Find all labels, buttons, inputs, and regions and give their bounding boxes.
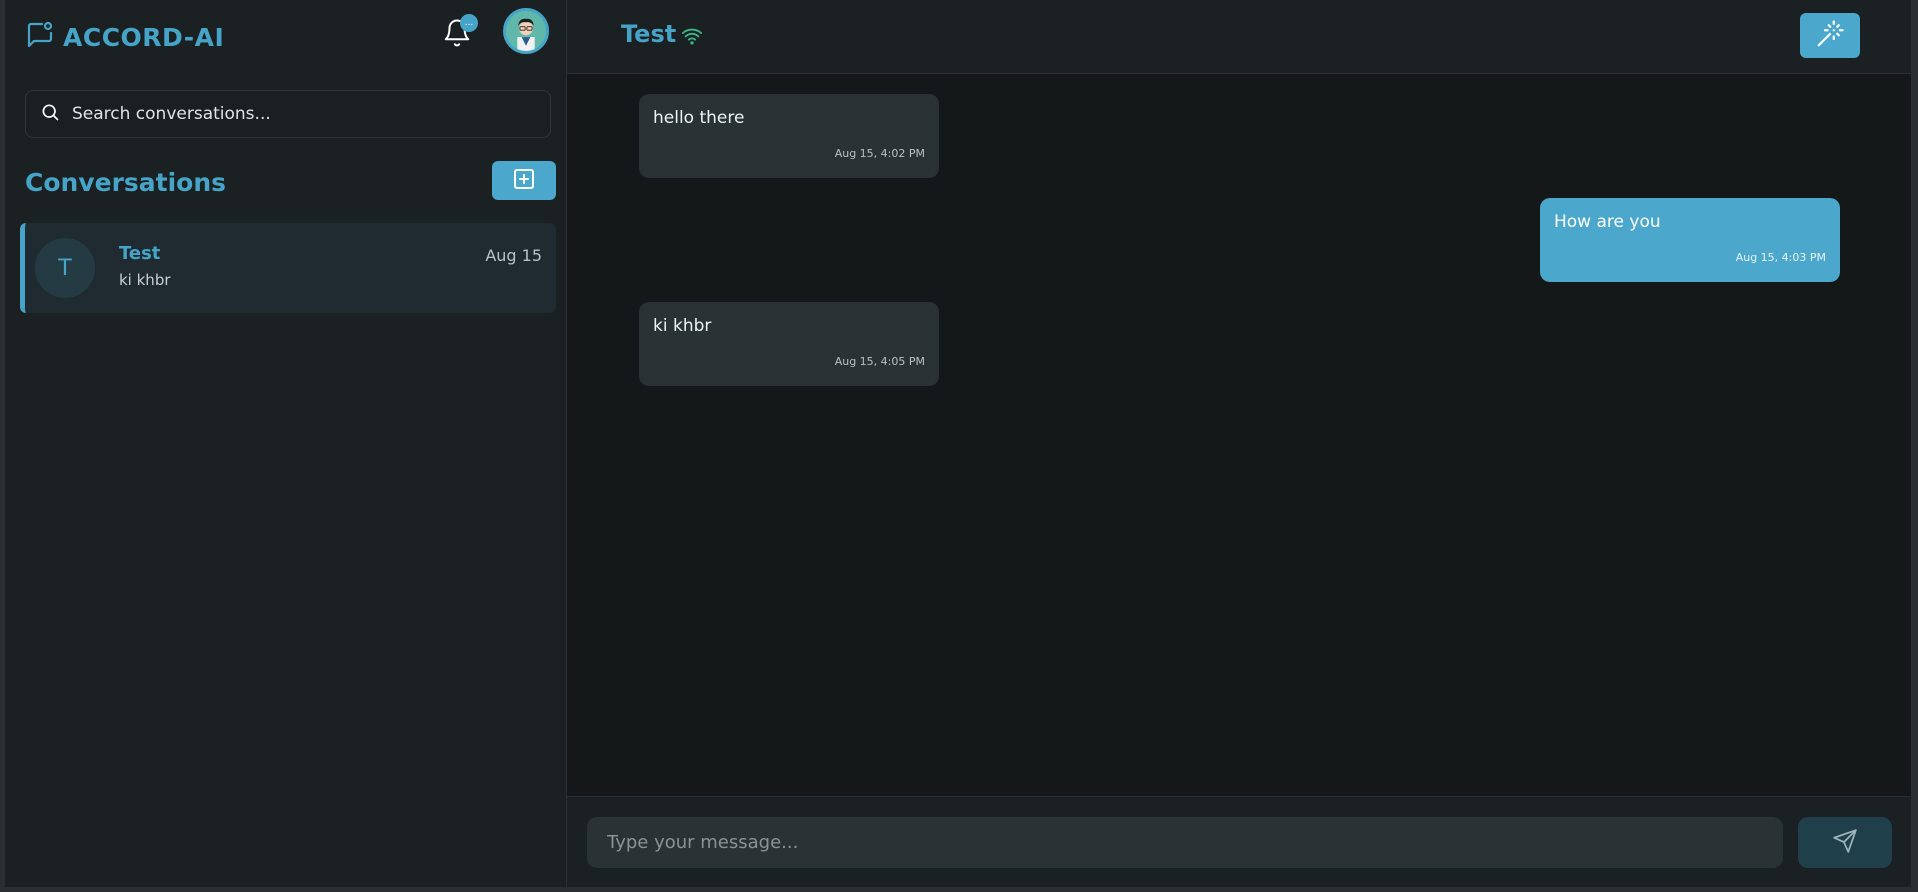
sidebar: ACCORD-AI ... Search conversations... Co… bbox=[5, 0, 567, 887]
conversation-name: Test bbox=[119, 243, 161, 264]
new-conversation-button[interactable] bbox=[492, 161, 556, 200]
magic-wand-icon bbox=[1815, 19, 1845, 53]
brand: ACCORD-AI bbox=[25, 20, 224, 54]
sidebar-header: ACCORD-AI ... bbox=[5, 0, 566, 70]
message-text: How are you bbox=[1554, 212, 1661, 232]
conversation-date: Aug 15 bbox=[485, 246, 542, 265]
user-avatar[interactable] bbox=[503, 8, 549, 54]
message-composer bbox=[567, 796, 1911, 887]
message-text: ki khbr bbox=[653, 316, 712, 336]
chat-header: Test bbox=[567, 0, 1911, 74]
conversation-preview: ki khbr bbox=[119, 271, 171, 289]
conversation-avatar: T bbox=[35, 238, 95, 298]
send-icon bbox=[1832, 828, 1858, 858]
message-input[interactable] bbox=[587, 817, 1783, 868]
message-time: Aug 15, 4:02 PM bbox=[834, 147, 925, 160]
conversations-heading: Conversations bbox=[25, 168, 227, 197]
message-time: Aug 15, 4:03 PM bbox=[1735, 251, 1826, 264]
message-outgoing: How are you Aug 15, 4:03 PM bbox=[1540, 198, 1840, 282]
app-window: ACCORD-AI ... Search conversations... Co… bbox=[5, 0, 1913, 888]
notification-badge: ... bbox=[460, 14, 478, 32]
brand-name: ACCORD-AI bbox=[63, 22, 225, 52]
notifications-button[interactable]: ... bbox=[440, 14, 478, 52]
wifi-icon bbox=[681, 25, 703, 47]
message-text: hello there bbox=[653, 108, 745, 128]
chat-panel: Test hello there Aug 15, 4:02 PM How are… bbox=[567, 0, 1911, 887]
message-time: Aug 15, 4:05 PM bbox=[834, 355, 925, 368]
message-square-icon bbox=[25, 20, 55, 54]
ai-assist-button[interactable] bbox=[1800, 13, 1860, 58]
search-input[interactable] bbox=[72, 104, 512, 124]
search-box bbox=[25, 90, 551, 138]
send-button[interactable] bbox=[1798, 817, 1892, 868]
message-incoming: hello there Aug 15, 4:02 PM bbox=[639, 94, 939, 178]
search-icon bbox=[40, 102, 72, 126]
message-list: hello there Aug 15, 4:02 PM How are you … bbox=[567, 74, 1911, 796]
chat-title: Test bbox=[621, 20, 677, 48]
plus-square-icon bbox=[512, 167, 536, 195]
conversation-item[interactable]: T Test Aug 15 ki khbr bbox=[20, 223, 556, 313]
message-incoming: ki khbr Aug 15, 4:05 PM bbox=[639, 302, 939, 386]
